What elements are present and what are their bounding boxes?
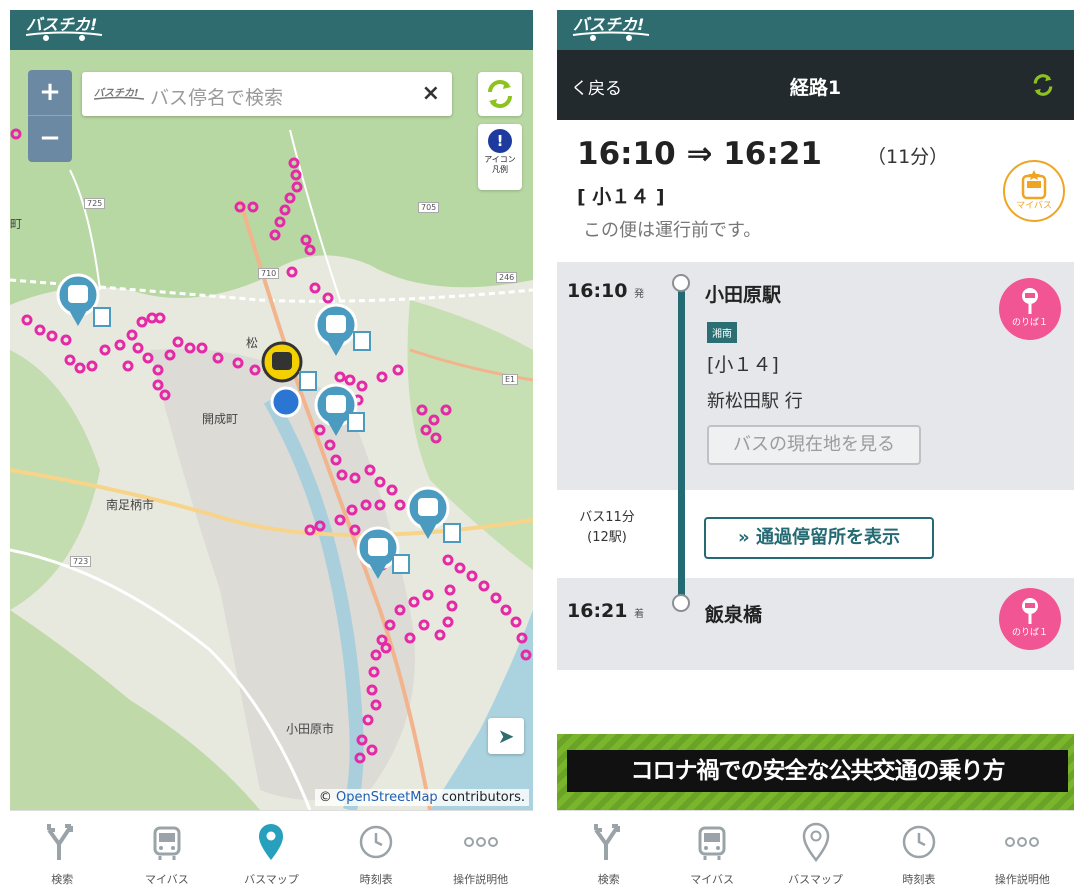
chevron-down-icon: » [738,527,750,548]
osm-link[interactable]: OpenStreetMap [336,790,438,805]
bus-map[interactable]: 開成町 南足柄市 小田原市 町 松 725 705 710 246 723 E1… [10,50,533,810]
locate-button[interactable]: ➤ [488,718,524,754]
selected-bus-marker [261,341,303,383]
page-title: 経路1 [789,77,842,99]
route-summary: 16:10 ⇒ 16:21 （11分） [ 小１４ ] この便は運行前です。 マ… [557,120,1074,260]
banner-text: コロナ禍での安全な公共交通の乗り方 [567,750,1068,792]
arrival-node [672,594,690,612]
show-stops-button[interactable]: » 通過停留所を表示 [704,517,934,559]
map-attribution: © OpenStreetMap contributors. [314,789,529,806]
refresh-icon [1033,74,1053,96]
search-input[interactable]: バス停名で検索 [150,83,283,110]
road-number: 246 [496,272,518,283]
clock-icon [359,825,393,859]
bus-icon [153,826,181,860]
info-banner[interactable]: コロナ禍での安全な公共交通の乗り方 [557,734,1074,810]
nav-help[interactable]: 操作説明他 [971,811,1074,893]
bottom-nav: 検索 マイバス バスマップ 時刻表 操作説明他 [10,810,533,893]
road-number: 705 [418,202,440,213]
app-header: バスチカ! [557,10,1074,50]
road-number: 710 [258,268,280,279]
route-screen: バスチカ! く戻る 経路1 16:10 ⇒ 16:21 （11分） [ 小１４ … [557,10,1074,893]
platform-label: のりば１ [1011,318,1048,328]
route-header: く戻る 経路1 [557,50,1074,120]
refresh-button[interactable] [1026,68,1060,106]
clock-icon [902,825,936,859]
map-label-town: 町 [10,217,23,231]
platform-label: のりば１ [1011,628,1048,638]
mybus-button[interactable]: マイバス [1003,160,1065,222]
more-icon [1005,837,1040,847]
map-label-odawara: 小田原市 [286,722,335,736]
route-number: [小１４] [707,354,779,376]
nav-search[interactable]: 検索 [10,811,115,893]
stop-search-box[interactable]: バスチカ! バス停名で検索 × [82,72,452,116]
departure-stop: 小田原駅 [705,284,782,306]
app-logo: バスチカ! [25,15,103,41]
map-label-matsu: 松 [246,336,259,350]
map-pin-icon [802,822,829,862]
map-tiles [10,50,533,810]
bus-stop-icon [1022,288,1038,314]
nav-mybus[interactable]: マイバス [660,811,763,893]
nav-mybus[interactable]: マイバス [115,811,220,893]
zoom-in-button[interactable]: + [28,70,72,116]
app-header: バスチカ! [10,10,533,50]
bottom-nav: 検索 マイバス バスマップ 時刻表 操作説明他 [557,810,1074,893]
arrival-stop: 飯泉橋 [705,604,763,626]
arrival-platform-badge[interactable]: のりば１ [999,588,1061,650]
svg-text:バスチカ!: バスチカ! [26,15,97,34]
refresh-button[interactable] [478,72,522,116]
road-number: 723 [70,556,92,567]
nav-busmap[interactable]: バスマップ [764,811,867,893]
search-logo-icon: バスチカ! [94,87,144,100]
map-pin-icon [259,824,284,860]
clear-icon[interactable]: × [422,81,440,106]
attribution-prefix: © [318,790,336,805]
icon-legend-button[interactable]: ! アイコン 凡例 [478,124,522,190]
legend-label: アイコン [484,155,516,164]
bus-stop-icon [1022,598,1038,624]
svg-text:バスチカ!: バスチカ! [573,15,644,34]
mybus-label: マイバス [1016,201,1052,211]
operator-badge: 湘南 [707,322,737,343]
map-label-kaisei: 開成町 [202,412,239,426]
zoom-out-button[interactable]: − [28,116,72,162]
arrival-section [557,578,1074,670]
destination: 新松田駅 行 [707,391,803,412]
route-fork-icon [593,824,620,860]
road-number: E1 [502,374,519,385]
map-screen: バスチカ! 開成町 南足柄市 小田原市 町 松 725 705 710 246 … [10,10,533,893]
road-number: 725 [84,198,106,209]
ride-duration: バス11分 (12駅) [579,510,635,545]
more-icon [463,837,498,847]
nav-timetable[interactable]: 時刻表 [867,811,970,893]
bus-location-button[interactable]: バスの現在地を見る [707,425,921,465]
zoom-control: + − [28,70,72,162]
departure-time: 16:10 発 [567,280,645,302]
attribution-suffix: contributors. [437,790,525,805]
nav-timetable[interactable]: 時刻表 [324,811,429,893]
trip-status: この便は運行前です。 [583,220,762,241]
arrival-time: 16:21 着 [567,600,645,622]
timeline-line [678,282,685,602]
bus-icon [698,826,726,860]
refresh-icon [488,80,512,108]
nav-busmap[interactable]: バスマップ [219,811,324,893]
trip-duration: （11分） [867,146,949,168]
location-arrow-icon: ➤ [497,724,515,748]
departure-node [672,274,690,292]
nav-help[interactable]: 操作説明他 [428,811,533,893]
route-number: [ 小１４ ] [577,186,665,208]
departure-platform-badge[interactable]: のりば１ [999,278,1061,340]
info-icon: ! [488,129,512,153]
app-logo: バスチカ! [572,15,650,41]
legend-label: 凡例 [492,165,508,174]
route-fork-icon [47,824,74,860]
map-label-minamiashigara: 南足柄市 [106,498,155,512]
trip-times: 16:10 ⇒ 16:21 [577,136,822,172]
nav-search[interactable]: 検索 [557,811,660,893]
